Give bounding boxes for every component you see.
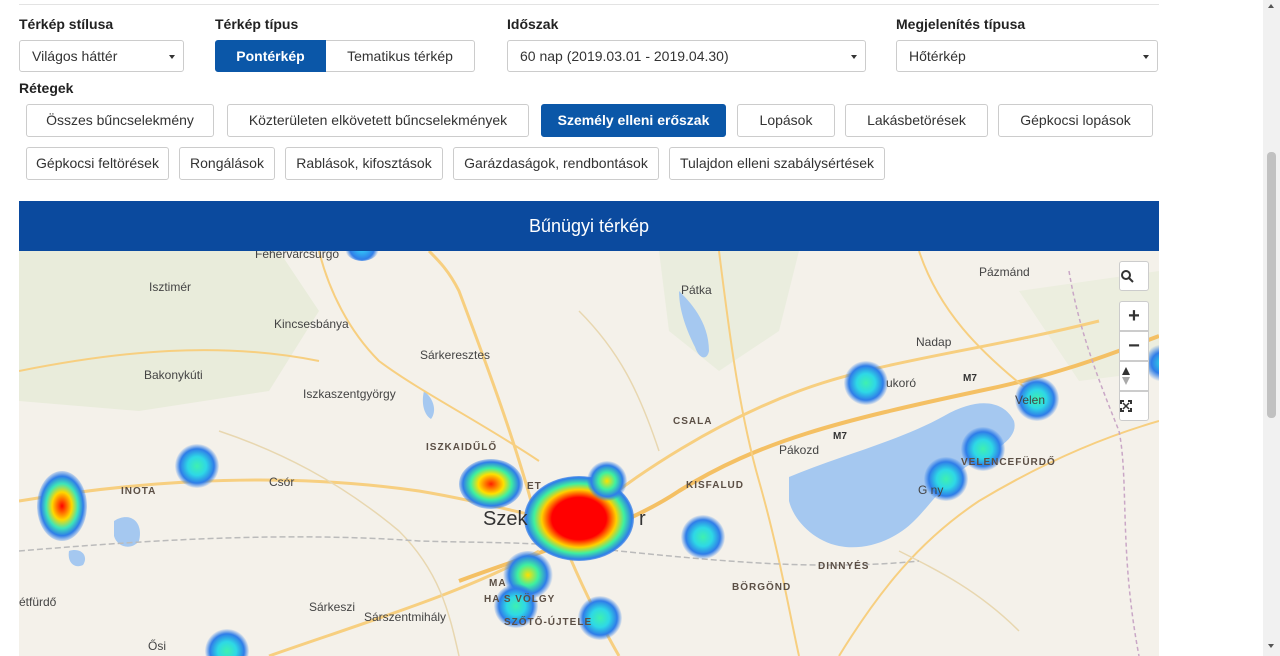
place-label: Sárkeresztes (420, 348, 491, 362)
place-label: MA (489, 578, 507, 589)
place-label: G ny (918, 483, 944, 497)
place-label: INOTA (121, 486, 157, 497)
chevron-down-icon (851, 55, 857, 59)
layer-all-crimes[interactable]: Összes bűncselekmény (26, 104, 214, 137)
map-style-select[interactable]: Világos háttér (19, 40, 184, 72)
place-label: étfürdő (19, 595, 57, 609)
road-label: M7 (963, 373, 977, 384)
fullscreen-button[interactable] (1119, 391, 1149, 421)
place-label: VELENCEFÜRDŐ (961, 457, 1056, 468)
place-label: Iszkaszentgyörgy (303, 387, 396, 401)
minor-road (898, 550, 1020, 632)
scrollbar-thumb[interactable] (1267, 152, 1276, 418)
layer-car-thefts[interactable]: Gépkocsi lopások (998, 104, 1153, 137)
layer-car-breakins[interactable]: Gépkocsi feltörések (26, 147, 169, 180)
layer-thefts[interactable]: Lopások (737, 104, 835, 137)
layer-robberies[interactable]: Rablások, kifosztások (285, 147, 443, 180)
layer-public-space-crimes[interactable]: Közterületen elkövetett bűncselekmények (227, 104, 529, 137)
page-scrollbar[interactable] (1263, 0, 1280, 656)
map-title-banner: Bűnügyi térkép (19, 201, 1159, 251)
heat-spot (681, 515, 725, 559)
place-label: Bakonykúti (144, 368, 203, 382)
place-label: Pázmánd (979, 265, 1030, 279)
period-label: Időszak (507, 16, 559, 32)
heat-spot (587, 461, 627, 501)
place-label: BÖRGÖND (732, 582, 792, 593)
top-divider (19, 4, 1159, 5)
place-label: Kincsesbánya (274, 317, 349, 331)
scroll-up-icon[interactable] (1268, 4, 1274, 8)
layer-violence-against-persons[interactable]: Személy elleni erőszak (541, 104, 726, 137)
map-style-value: Világos háttér (32, 48, 118, 64)
period-select[interactable]: 60 nap (2019.03.01 - 2019.04.30) (507, 40, 866, 72)
place-label: Szek (483, 508, 528, 530)
heat-spot (844, 361, 888, 405)
place-label: Ősi (148, 639, 166, 653)
lake-small (68, 550, 86, 567)
forest-area (659, 251, 799, 371)
road-label: M7 (833, 431, 847, 442)
place-label: Velen (1015, 393, 1046, 407)
place-label: CSALA (673, 416, 713, 427)
heat-spot (459, 459, 523, 509)
display-type-select[interactable]: Hőtérkép (896, 40, 1158, 72)
place-label: SZŐTŐ-ÚJTELE (504, 617, 593, 628)
point-map-button[interactable]: Pontérkép (215, 40, 326, 72)
place-label: r (639, 508, 646, 530)
place-label: Isztimér (149, 280, 191, 294)
place-label: Sárkeszi (309, 600, 356, 614)
zoom-in-button[interactable]: + (1119, 301, 1149, 331)
minor-road (578, 310, 660, 452)
scroll-down-icon[interactable] (1268, 644, 1274, 648)
map-type-label: Térkép típus (215, 16, 299, 32)
layer-vandalism[interactable]: Rongálások (179, 147, 275, 180)
place-label: Sárszentmihály (364, 610, 447, 624)
place-label: Nadap (916, 335, 952, 349)
compass-icon (1122, 367, 1130, 385)
search-icon (1121, 270, 1134, 283)
map-style-label: Térkép stílusa (19, 16, 114, 32)
display-type-label: Megjelenítés típusa (896, 16, 1026, 32)
place-label: Fehérvarcsurgó (255, 251, 340, 261)
heat-spot (175, 444, 219, 488)
heat-spot (37, 471, 87, 541)
thematic-map-button[interactable]: Tematikus térkép (326, 40, 475, 72)
display-type-value: Hőtérkép (909, 48, 966, 64)
place-label: HA S VÖLGY (484, 594, 556, 605)
place-label: ET (527, 481, 542, 492)
place-label: Csór (269, 475, 295, 489)
place-label: ukoró (886, 376, 917, 390)
crime-map[interactable]: Fehérvarcsurgó Isztimér Kincsesbánya Sár… (19, 251, 1159, 656)
layer-burglaries[interactable]: Lakásbetörések (845, 104, 988, 137)
period-value: 60 nap (2019.03.01 - 2019.04.30) (520, 48, 729, 64)
place-label: DINNYÉS (818, 561, 870, 572)
fullscreen-icon (1120, 400, 1132, 412)
lake-velence (789, 403, 1015, 548)
forest-area (19, 251, 319, 411)
place-label: Pákozd (779, 443, 820, 457)
layer-disorderly-conduct[interactable]: Garázdaságok, rendbontások (453, 147, 659, 180)
zoom-out-button[interactable]: − (1119, 331, 1149, 361)
chevron-down-icon (1143, 55, 1149, 59)
place-label: Pátka (681, 283, 712, 297)
layer-property-offences[interactable]: Tulajdon elleni szabálysértések (669, 147, 885, 180)
layers-label: Rétegek (19, 80, 74, 96)
map-search-button[interactable] (1119, 261, 1149, 291)
compass-button[interactable] (1119, 361, 1149, 391)
railway (19, 536, 920, 566)
place-label: KISFALUD (686, 480, 744, 491)
place-label: ISZKAIDŰLŐ (426, 442, 498, 453)
chevron-down-icon (169, 55, 175, 59)
